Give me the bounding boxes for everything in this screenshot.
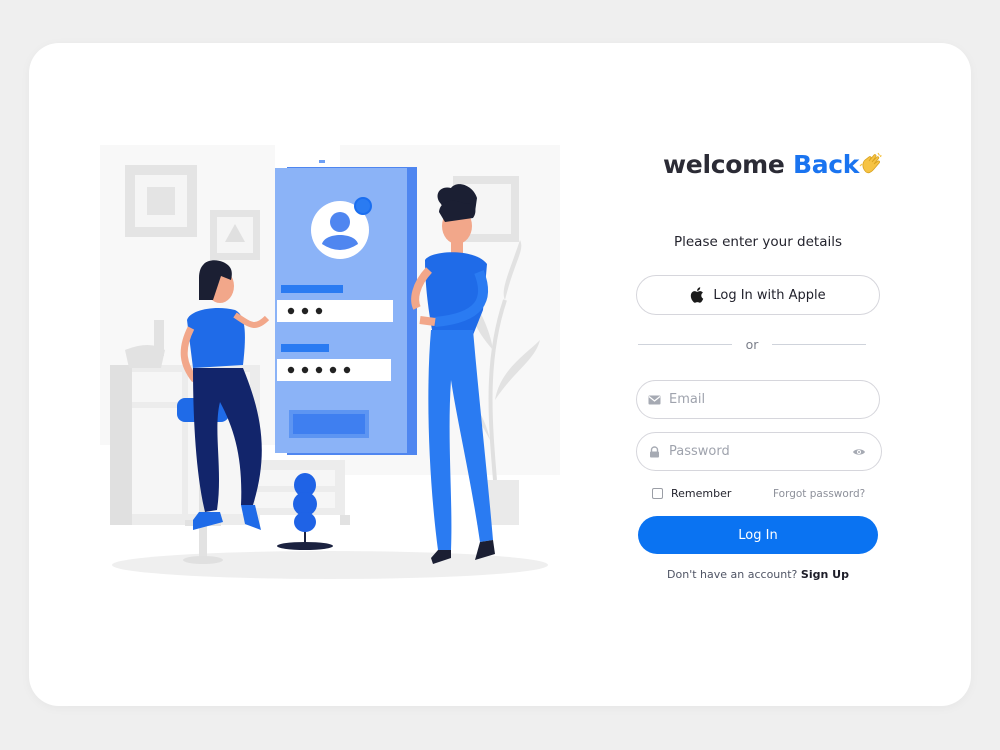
- divider-text: or: [745, 336, 759, 352]
- lock-icon: [650, 445, 659, 457]
- email-input[interactable]: [669, 392, 879, 407]
- or-divider: or: [638, 336, 867, 352]
- signup-question: Don't have an account?: [667, 568, 798, 581]
- divider-line-left: [638, 343, 732, 345]
- forgot-password-link[interactable]: Forgot password?: [773, 488, 865, 500]
- page-subtitle: Please enter your details: [673, 234, 843, 250]
- apple-login-button[interactable]: Log In with Apple: [636, 275, 880, 315]
- remember-me[interactable]: Remember: [652, 487, 731, 500]
- divider-line-right: [772, 343, 867, 345]
- password-field[interactable]: [636, 432, 882, 471]
- apple-login-label: Log In with Apple: [713, 287, 826, 303]
- remember-label: Remember: [671, 487, 732, 500]
- password-input[interactable]: [669, 444, 852, 459]
- login-illustration: [95, 140, 565, 585]
- title-welcome: welcome: [663, 150, 785, 179]
- apple-icon: [691, 287, 704, 303]
- waving-hand-icon: [859, 152, 885, 176]
- eye-icon[interactable]: [852, 447, 866, 457]
- remember-checkbox[interactable]: [652, 488, 663, 499]
- title-back: Back: [792, 150, 860, 179]
- login-button[interactable]: Log In: [638, 516, 878, 554]
- signup-link[interactable]: Sign Up: [801, 568, 849, 581]
- page-title: welcome Back: [663, 150, 893, 179]
- email-field[interactable]: [636, 380, 880, 419]
- signup-prompt: Don't have an account? Sign Up: [636, 568, 880, 581]
- mail-icon: [648, 395, 661, 404]
